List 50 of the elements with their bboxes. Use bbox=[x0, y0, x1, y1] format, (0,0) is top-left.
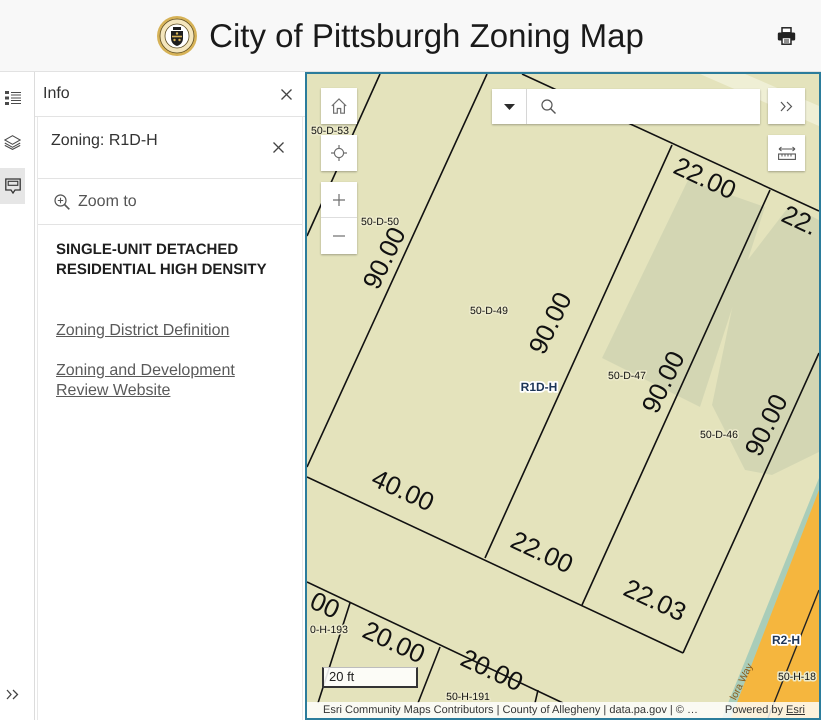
zoom-in-icon[interactable] bbox=[54, 194, 70, 210]
plus-icon[interactable] bbox=[333, 194, 345, 206]
zoom-to-button[interactable]: Zoom to bbox=[54, 192, 137, 212]
parcel-id-label: 50-H-191 bbox=[446, 691, 490, 703]
lot-dimension-label: 22. bbox=[777, 198, 819, 242]
zoning-description: SINGLE-UNIT DETACHED RESIDENTIAL HIGH DENSITY bbox=[56, 240, 268, 280]
lot-dimension-label: 90.00 bbox=[522, 287, 578, 359]
street-name-label: lora Way bbox=[728, 662, 756, 702]
parcel-id-label: 50-D-46 bbox=[700, 429, 738, 441]
feature-title: Zoning: R1D-H bbox=[51, 131, 158, 151]
home-button[interactable] bbox=[321, 88, 357, 124]
parcel-id-label: 50-D-49 bbox=[470, 305, 508, 317]
printer-icon[interactable] bbox=[776, 26, 796, 44]
panel-title: Info bbox=[43, 84, 70, 104]
caret-icon[interactable] bbox=[504, 104, 514, 110]
popup-icon[interactable] bbox=[4, 178, 20, 194]
parcel-id-label: 50-D-50 bbox=[361, 216, 399, 228]
lot-dimension-label: 22.00 bbox=[669, 150, 741, 206]
app-title: City of Pittsburgh Zoning Map bbox=[209, 16, 644, 56]
lot-dimension-label: 22.03 bbox=[619, 572, 691, 628]
esri-link[interactable]: Esri bbox=[786, 704, 805, 716]
search-source-button[interactable] bbox=[492, 89, 527, 124]
info-link[interactable]: Zoning and Development Review Website bbox=[56, 361, 256, 401]
scale-bar: 20 ft bbox=[322, 667, 418, 688]
lot-dimension-label: 90.00 bbox=[738, 389, 794, 461]
measure-button[interactable] bbox=[768, 135, 805, 171]
zoning-code-label: R1D-H bbox=[520, 380, 558, 394]
info-link[interactable]: Zoning District Definition bbox=[56, 321, 230, 341]
lot-dimension-label: 00 bbox=[307, 585, 344, 625]
crosshair-icon[interactable] bbox=[331, 145, 347, 161]
search-icon bbox=[541, 99, 556, 114]
parcel-id-label: 50-D-47 bbox=[608, 370, 646, 382]
locate-button[interactable] bbox=[321, 135, 357, 171]
list-icon[interactable] bbox=[4, 91, 20, 105]
minus-icon[interactable] bbox=[333, 235, 345, 237]
lot-dimension-label: 40.00 bbox=[367, 462, 439, 518]
lot-dimension-label: 22.00 bbox=[506, 524, 578, 580]
ruler-icon[interactable] bbox=[778, 146, 796, 160]
powered-by-text: Powered by Esri bbox=[724, 703, 805, 717]
info-button[interactable] bbox=[0, 168, 25, 204]
lot-dimension-label: 20.00 bbox=[358, 614, 430, 670]
close-icon[interactable] bbox=[272, 142, 284, 152]
home-icon[interactable] bbox=[331, 98, 347, 114]
double-chevron-icon[interactable] bbox=[780, 100, 793, 112]
double-chevron-icon[interactable] bbox=[6, 688, 19, 700]
city-seal-icon bbox=[157, 16, 198, 56]
close-icon[interactable] bbox=[280, 88, 292, 100]
parcel-id-label: 50-D-53 bbox=[311, 125, 349, 137]
layers-icon[interactable] bbox=[4, 134, 21, 150]
attribution-text: Esri Community Maps Contributors | County of Allegheny | data.pa.gov | © … bbox=[323, 703, 698, 717]
